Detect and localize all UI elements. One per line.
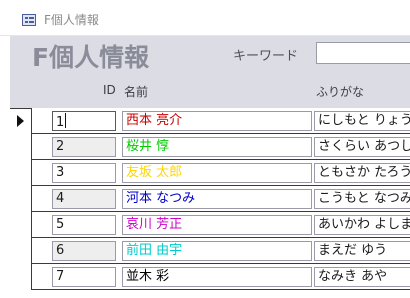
form-title: F個人情報: [32, 43, 150, 72]
record-list: 1 西本 亮介にしもと りょうすけ 2 桜井 惇さくらい あつし 3 友坂 太郎ともさか …: [10, 108, 410, 298]
id-field[interactable]: 1: [52, 111, 116, 131]
name-field[interactable]: 前田 由宇: [122, 241, 312, 261]
kana-field[interactable]: ともさか たろう: [314, 163, 410, 183]
record-row[interactable]: 7 並木 彩なみき あや: [10, 264, 410, 290]
record-selector[interactable]: [10, 212, 32, 238]
kana-field[interactable]: あいかわ よしまさ: [314, 215, 410, 235]
name-field[interactable]: 西本 亮介: [122, 111, 312, 131]
form-icon: [22, 14, 36, 26]
name-field[interactable]: 桜井 惇: [122, 137, 312, 157]
record-row[interactable]: 1 西本 亮介にしもと りょうすけ: [10, 108, 410, 134]
record-row[interactable]: 3 友坂 太郎 ともさか たろう: [10, 160, 410, 186]
keyword-label: キーワード: [233, 49, 299, 64]
id-field[interactable]: 5: [52, 215, 116, 235]
kana-field[interactable]: まえだ ゆう: [314, 241, 410, 261]
record-row[interactable]: 4 河本 なつみ こうもと なつみ: [10, 186, 410, 212]
current-record-arrow-icon: [17, 115, 24, 127]
column-header-name: 名前: [124, 85, 149, 99]
record-row[interactable]: 2 桜井 惇さくらい あつし: [10, 134, 410, 160]
name-field[interactable]: 哀川 芳正: [122, 215, 312, 235]
keyword-input[interactable]: [316, 42, 410, 64]
form-header: F個人情報 キーワード ID 名前 ふりがな: [10, 36, 410, 108]
kana-field[interactable]: なみき あや: [314, 267, 410, 287]
kana-field[interactable]: さくらい あつし: [314, 137, 410, 157]
name-field[interactable]: 友坂 太郎: [122, 163, 312, 183]
record-selector[interactable]: [10, 238, 32, 264]
id-field[interactable]: 7: [52, 267, 116, 287]
id-field[interactable]: 6: [52, 241, 116, 261]
record-row[interactable]: 5 哀川 芳正あいかわ よしまさ: [10, 212, 410, 238]
record-selector[interactable]: [10, 186, 32, 212]
record-selector[interactable]: [10, 108, 32, 134]
name-field[interactable]: 河本 なつみ: [122, 189, 312, 209]
id-field[interactable]: 3: [52, 163, 116, 183]
kana-field[interactable]: にしもと りょうすけ: [314, 111, 410, 131]
name-field[interactable]: 並木 彩: [122, 267, 312, 287]
record-selector[interactable]: [10, 134, 32, 160]
kana-field[interactable]: こうもと なつみ: [314, 189, 410, 209]
record-selector[interactable]: [10, 264, 32, 290]
id-field[interactable]: 4: [52, 189, 116, 209]
column-header-id: ID: [103, 83, 116, 97]
window-title: F個人情報: [44, 13, 99, 27]
column-header-kana: ふりがな: [316, 85, 365, 99]
window-titlebar: F個人情報: [0, 0, 410, 36]
id-field[interactable]: 2: [52, 137, 116, 157]
record-selector[interactable]: [10, 160, 32, 186]
text-caret: [65, 113, 67, 128]
record-row[interactable]: 6 前田 由宇 まえだ ゆう: [10, 238, 410, 264]
